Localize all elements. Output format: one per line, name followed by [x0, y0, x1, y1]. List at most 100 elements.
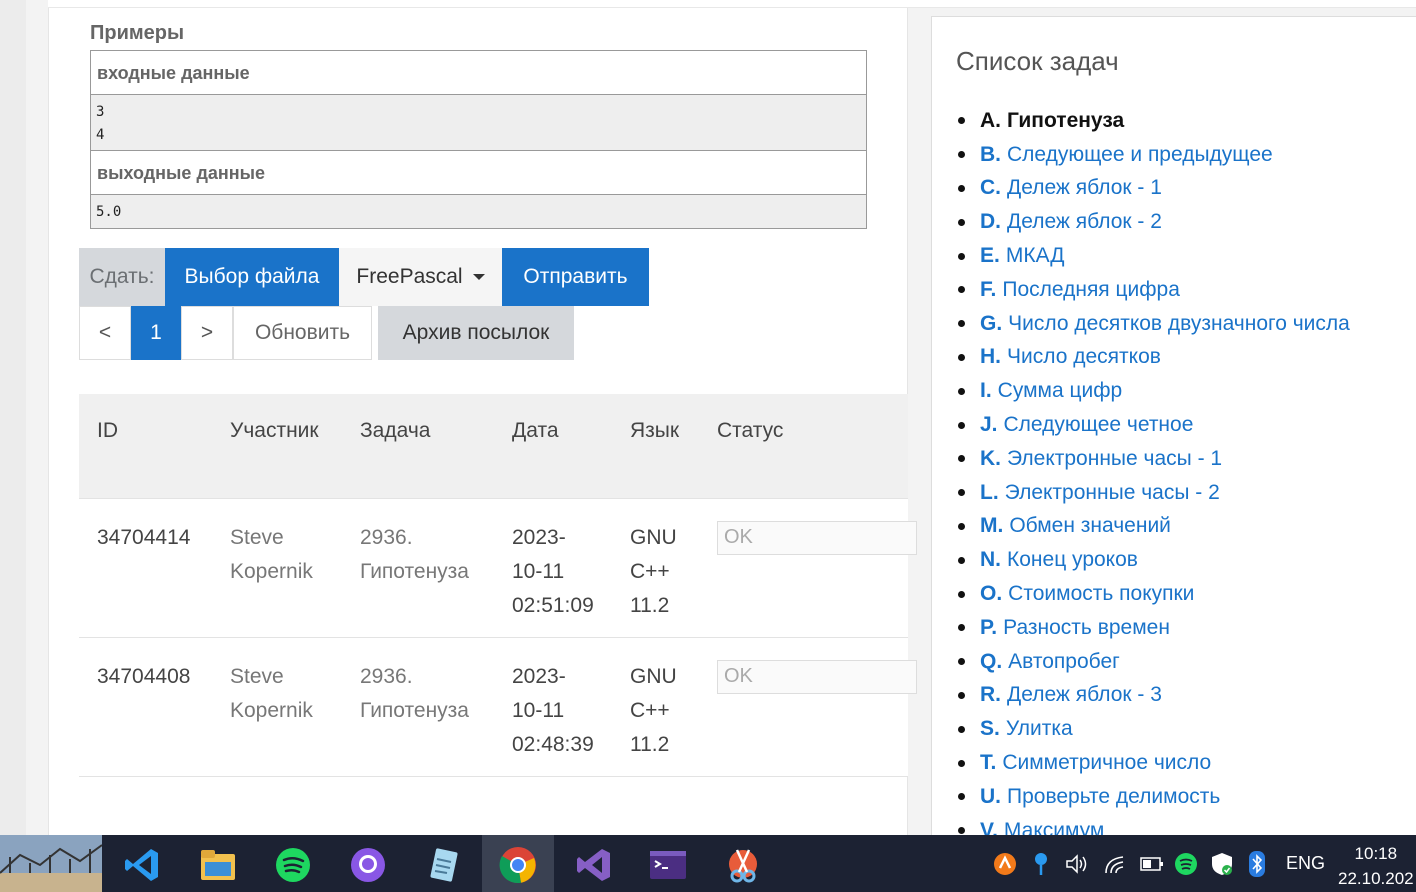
language-line: 11.2 — [630, 594, 670, 617]
spotify-icon[interactable] — [273, 845, 313, 885]
task-name-link[interactable]: Конец уроков — [1007, 548, 1138, 572]
prev-page-button[interactable]: < — [79, 306, 131, 360]
input-line: 3 — [96, 104, 105, 120]
visual-studio-icon[interactable] — [574, 845, 614, 885]
task-list-item[interactable]: P. Разность времен — [958, 611, 1350, 645]
task-list-item[interactable]: A. Гипотенуза — [958, 104, 1350, 138]
submit-label: Сдать: — [79, 248, 165, 306]
chrome-icon[interactable] — [498, 845, 538, 885]
table-row[interactable]: 34704414 Steve Kopernik 2936. Гипотенуза… — [79, 499, 917, 638]
task-list-item[interactable]: N. Конец уроков — [958, 543, 1350, 577]
output-data[interactable]: 5.0 — [91, 195, 866, 228]
bullet-icon — [958, 218, 965, 226]
task-list-item[interactable]: T. Симметричное число — [958, 746, 1350, 780]
next-page-button[interactable]: > — [181, 306, 233, 360]
task-name-link[interactable]: Автопробег — [1008, 650, 1120, 674]
task-name-link[interactable]: Разность времен — [1003, 616, 1170, 640]
spotify-tray-icon[interactable] — [1174, 852, 1198, 876]
left-gutter — [0, 0, 26, 835]
wifi-icon[interactable] — [1103, 853, 1127, 875]
bluetooth-icon[interactable] — [1249, 851, 1265, 877]
task-name-link[interactable]: МКАД — [1006, 244, 1065, 268]
task-name-link[interactable]: Число десятков — [1007, 345, 1161, 369]
task-letter: F. — [980, 277, 997, 301]
task-name-link[interactable]: Число десятков двузначного числа — [1008, 312, 1350, 336]
language-line: C++ — [630, 560, 670, 583]
task-list-item[interactable]: S. Улитка — [958, 712, 1350, 746]
caret-down-icon — [472, 274, 485, 280]
task-name-link[interactable]: Электронные часы - 2 — [1005, 481, 1220, 505]
task-list-item[interactable]: Q. Автопробег — [958, 645, 1350, 679]
bullet-icon — [958, 421, 965, 429]
task-cell[interactable]: 2936. Гипотенуза — [360, 660, 469, 728]
vscode-icon[interactable] — [122, 845, 162, 885]
terminal-icon[interactable] — [648, 845, 688, 885]
task-list-item[interactable]: J. Следующее четное — [958, 408, 1350, 442]
date-line: 10-11 — [512, 699, 565, 722]
clock[interactable]: 10:18 22.10.202 — [1338, 841, 1414, 891]
submissions-archive-button[interactable]: Архив посылок — [378, 306, 574, 360]
col-task: Задача — [360, 419, 431, 442]
task-letter: L. — [980, 480, 999, 504]
table-header: ID Участник Задача Дата Язык Статус — [79, 394, 908, 499]
task-list-item[interactable]: F. Последняя цифра — [958, 273, 1350, 307]
task-name-link[interactable]: Дележ яблок - 3 — [1007, 683, 1162, 707]
task-name-link[interactable]: Проверьте делимость — [1007, 785, 1220, 809]
task-letter: M. — [980, 514, 1004, 538]
security-shield-icon[interactable] — [1210, 851, 1234, 877]
task-list-item[interactable]: I. Сумма цифр — [958, 374, 1350, 408]
task-list-item[interactable]: L. Электронные часы - 2 — [958, 476, 1350, 510]
task-name-link[interactable]: Улитка — [1006, 717, 1073, 741]
language-select[interactable]: FreePascal — [339, 248, 502, 306]
task-name-link[interactable]: Обмен значений — [1009, 514, 1171, 538]
task-name-link[interactable]: Следующее и предыдущее — [1007, 143, 1273, 167]
submission-id: 34704414 — [97, 526, 191, 549]
task-list-item[interactable]: M. Обмен значений — [958, 510, 1350, 544]
task-list-item[interactable]: O. Стоимость покупки — [958, 577, 1350, 611]
status-badge[interactable]: OK — [717, 660, 917, 694]
bullet-icon — [958, 725, 965, 733]
avast-icon[interactable] — [993, 852, 1017, 876]
task-name-link[interactable]: Гипотенуза — [1007, 109, 1124, 133]
task-name-link[interactable]: Сумма цифр — [998, 379, 1123, 403]
bullet-icon — [958, 658, 965, 666]
task-list-item[interactable]: C. Дележ яблок - 1 — [958, 172, 1350, 206]
github-desktop-icon[interactable] — [348, 845, 388, 885]
snipping-tool-icon[interactable] — [723, 845, 763, 885]
table-row[interactable]: 34704408 Steve Kopernik 2936. Гипотенуза… — [79, 638, 917, 777]
task-name-link[interactable]: Дележ яблок - 2 — [1007, 210, 1162, 234]
battery-icon[interactable] — [1140, 856, 1164, 872]
task-letter: U. — [980, 784, 1001, 808]
task-name-link[interactable]: Стоимость покупки — [1008, 582, 1194, 606]
task-name-link[interactable]: Дележ яблок - 1 — [1007, 176, 1162, 200]
choose-file-button[interactable]: Выбор файла — [165, 248, 339, 306]
input-data[interactable]: 3 4 — [91, 95, 866, 151]
send-button[interactable]: Отправить — [502, 248, 649, 306]
task-name-link[interactable]: Электронные часы - 1 — [1007, 447, 1222, 471]
task-list-item[interactable]: G. Число десятков двузначного числа — [958, 307, 1350, 341]
volume-icon[interactable] — [1065, 853, 1089, 875]
task-name-link[interactable]: Следующее четное — [1004, 413, 1194, 437]
task-name-link[interactable]: Последняя цифра — [1002, 278, 1180, 302]
task-cell[interactable]: 2936. Гипотенуза — [360, 521, 469, 589]
task-name-link[interactable]: Симметричное число — [1002, 751, 1211, 775]
status-badge[interactable]: OK — [717, 521, 917, 555]
participant-line: Kopernik — [230, 699, 313, 722]
notepad-icon[interactable] — [423, 845, 463, 885]
bullet-icon — [958, 252, 965, 260]
task-letter: O. — [980, 582, 1003, 606]
page-1-button[interactable]: 1 — [131, 306, 181, 360]
task-list-item[interactable]: R. Дележ яблок - 3 — [958, 679, 1350, 713]
task-list-item[interactable]: E. МКАД — [958, 239, 1350, 273]
task-line: Гипотенуза — [360, 560, 469, 583]
refresh-button[interactable]: Обновить — [233, 306, 372, 360]
input-language[interactable]: ENG — [1286, 853, 1325, 874]
location-icon[interactable] — [1032, 851, 1050, 877]
task-list-item[interactable]: U. Проверьте делимость — [958, 780, 1350, 814]
task-list-item[interactable]: B. Следующее и предыдущее — [958, 138, 1350, 172]
task-list-item[interactable]: D. Дележ яблок - 2 — [958, 205, 1350, 239]
desktop-thumbnail-icon[interactable] — [0, 835, 102, 892]
task-list-item[interactable]: K. Электронные часы - 1 — [958, 442, 1350, 476]
file-explorer-icon[interactable] — [198, 845, 238, 885]
task-list-item[interactable]: H. Число десятков — [958, 341, 1350, 375]
